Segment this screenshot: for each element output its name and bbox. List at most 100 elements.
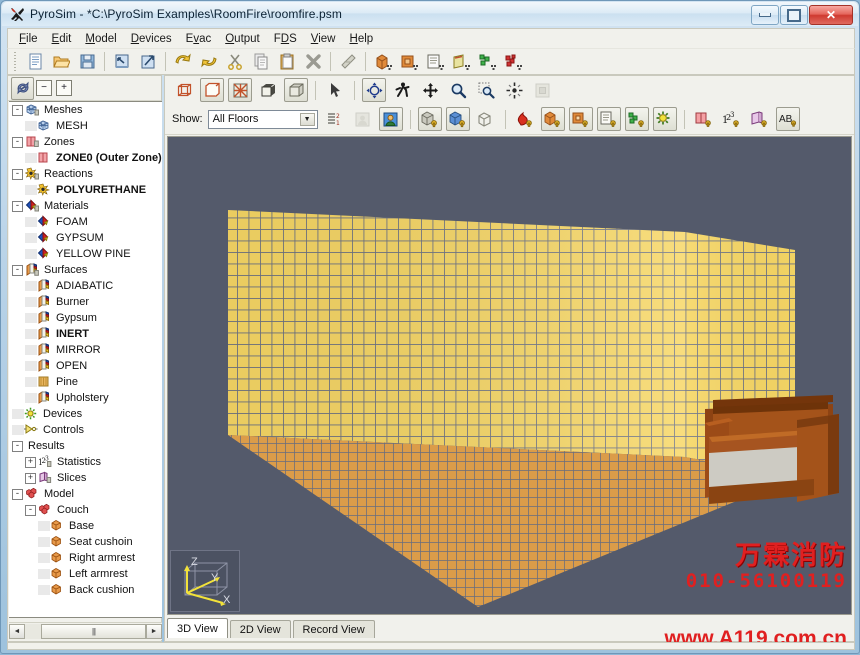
collapse-node-icon[interactable]: - [12, 200, 23, 212]
tree-item-mirror[interactable]: MIRROR [9, 342, 162, 358]
show-devices-icon[interactable] [652, 107, 677, 131]
show-bounds-icon[interactable] [474, 107, 498, 131]
tree-item-foam[interactable]: FOAM [9, 214, 162, 230]
redo-icon[interactable] [197, 50, 221, 74]
3d-viewport[interactable]: Z Y X 万霖消防 010-56100119 [167, 136, 852, 615]
menu-item-output[interactable]: Output [218, 31, 267, 47]
tree-item-zones[interactable]: - Zones [9, 134, 162, 150]
menu-item-edit[interactable]: Edit [45, 31, 79, 47]
menu-item-evac[interactable]: Evac [179, 31, 219, 47]
zoom-icon[interactable] [446, 78, 470, 102]
copy-icon[interactable] [249, 50, 273, 74]
center-view-icon[interactable] [502, 78, 526, 102]
shaded-view-icon[interactable] [284, 78, 308, 102]
tree-item-polyurethane[interactable]: POLYURETHANE [9, 182, 162, 198]
model-tree[interactable]: - Meshes MESH - Zones ZONE0 (Outer Zone) - Reac… [9, 101, 162, 618]
tree-item-surfaces[interactable]: - Surfaces [9, 262, 162, 278]
tree-item-mesh[interactable]: MESH [9, 118, 162, 134]
tree-item-gypsum[interactable]: GYPSUM [9, 230, 162, 246]
menu-item-help[interactable]: Help [343, 31, 381, 47]
tree-item-devices[interactable]: Devices [9, 406, 162, 422]
tree-item-open[interactable]: OPEN [9, 358, 162, 374]
tree-item-inert[interactable]: INERT [9, 326, 162, 342]
show-holes-icon[interactable] [568, 107, 593, 131]
tree-item-results[interactable]: - Results [9, 438, 162, 454]
show-mesh-solid-icon[interactable] [445, 107, 470, 131]
tree-item-yellow-pine[interactable]: YELLOW PINE [9, 246, 162, 262]
scroll-right-arrow-icon[interactable]: ► [146, 624, 162, 639]
show-obstructions-icon[interactable] [540, 107, 565, 131]
tree-item-seat-cushoin[interactable]: Seat cushoin [9, 534, 162, 550]
tree-item-couch[interactable]: - Couch [9, 502, 162, 518]
tab-record-view[interactable]: Record View [292, 620, 375, 638]
new-slice-icon[interactable] [449, 50, 473, 74]
collapse-node-icon[interactable]: - [12, 168, 23, 180]
tree-item-statistics[interactable]: +1 2 3 Statistics [9, 454, 162, 470]
collapse-all-button[interactable]: − [36, 80, 52, 96]
show-statistics-icon[interactable]: 123 [720, 107, 744, 131]
tree-item-burner[interactable]: Burner [9, 294, 162, 310]
save-disk-icon[interactable] [75, 50, 99, 74]
tree-item-gypsum[interactable]: Gypsum [9, 310, 162, 326]
menu-item-devices[interactable]: Devices [124, 31, 179, 47]
tree-item-right-armrest[interactable]: Right armrest [9, 550, 162, 566]
scroll-track[interactable]: ||| [25, 624, 146, 639]
chevron-down-icon[interactable]: ▼ [299, 112, 315, 126]
show-particles-icon[interactable] [624, 107, 649, 131]
tree-item-model[interactable]: - Model [9, 486, 162, 502]
new-hole-icon[interactable] [397, 50, 421, 74]
walk-icon[interactable] [390, 78, 414, 102]
show-mesh-grid-icon[interactable] [417, 107, 442, 131]
new-vent-icon[interactable] [423, 50, 447, 74]
collapse-node-icon[interactable]: - [12, 488, 23, 500]
tree-horizontal-scrollbar[interactable]: ◄ ||| ► [9, 622, 162, 640]
new-obstruction-icon[interactable] [371, 50, 395, 74]
export-icon[interactable] [136, 50, 160, 74]
maximize-button[interactable] [780, 5, 808, 25]
minimize-button[interactable] [751, 5, 779, 25]
menu-item-fds[interactable]: FDS [267, 31, 304, 47]
select-arrow-icon[interactable] [323, 78, 347, 102]
expand-all-button[interactable]: + [56, 80, 72, 96]
show-labels-icon[interactable]: AB [775, 107, 800, 131]
menu-item-model[interactable]: Model [78, 31, 123, 47]
textured-view-icon[interactable] [228, 78, 252, 102]
wireframe-view-icon[interactable] [172, 78, 196, 102]
scroll-left-arrow-icon[interactable]: ◄ [9, 624, 25, 639]
orbit-icon[interactable] [362, 78, 386, 102]
outline-view-icon[interactable] [200, 78, 224, 102]
collapse-node-icon[interactable]: - [12, 136, 23, 148]
tree-item-materials[interactable]: - Materials [9, 198, 162, 214]
tree-item-back-cushion[interactable]: Back cushion [9, 582, 162, 598]
tab-3d-view[interactable]: 3D View [167, 618, 228, 638]
undo-icon[interactable] [171, 50, 195, 74]
new-device-icon[interactable] [475, 50, 499, 74]
expand-node-icon[interactable]: + [25, 472, 36, 484]
collapse-node-icon[interactable]: - [12, 440, 23, 452]
tree-navigation-icon[interactable] [11, 76, 34, 100]
collapse-node-icon[interactable]: - [12, 104, 23, 116]
new-particle-icon[interactable] [501, 50, 525, 74]
tree-item-reactions[interactable]: - Reactions [9, 166, 162, 182]
tree-item-meshes[interactable]: - Meshes [9, 102, 162, 118]
tab-2d-view[interactable]: 2D View [229, 620, 291, 638]
show-slices-icon[interactable] [748, 107, 772, 131]
tree-item-base[interactable]: Base [9, 518, 162, 534]
cut-scissors-icon[interactable] [223, 50, 247, 74]
collapse-node-icon[interactable]: - [25, 504, 36, 516]
close-button[interactable]: ✕ [809, 5, 853, 25]
paste-icon[interactable] [275, 50, 299, 74]
tree-item-left-armrest[interactable]: Left armrest [9, 566, 162, 582]
show-vents-icon[interactable] [596, 107, 621, 131]
floor-select[interactable]: All Floors ▼ [207, 109, 318, 129]
tree-item-zone0-outer-zone[interactable]: ZONE0 (Outer Zone) [9, 150, 162, 166]
tree-item-controls[interactable]: Controls [9, 422, 162, 438]
menu-item-file[interactable]: File [12, 31, 45, 47]
scroll-thumb[interactable]: ||| [41, 624, 146, 639]
tree-item-adiabatic[interactable]: ADIABATIC [9, 278, 162, 294]
expand-node-icon[interactable]: + [25, 456, 36, 468]
pan-icon[interactable] [418, 78, 442, 102]
toolbar-grip[interactable] [12, 52, 19, 71]
edit-note-icon[interactable] [336, 50, 360, 74]
tree-item-upholstery[interactable]: Upholstery [9, 390, 162, 406]
